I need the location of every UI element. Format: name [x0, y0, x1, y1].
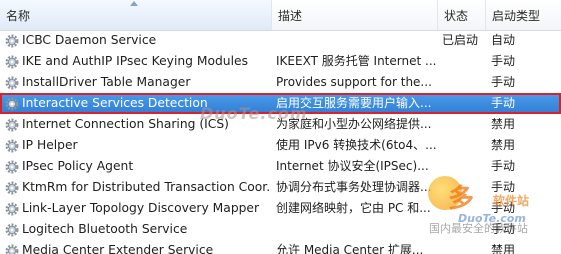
logo-sub-text: 软件站 [493, 194, 530, 208]
service-name: InstallDriver Table Manager [22, 75, 191, 89]
service-startup-type: 自动 [491, 33, 516, 47]
service-description [276, 219, 436, 240]
service-gear-icon [5, 76, 19, 90]
service-description: Internet 协议安全(IPSec)... [276, 159, 429, 173]
list-header: 名称 描述 状态 启动类型 [0, 0, 561, 31]
service-status [442, 135, 484, 156]
service-gear-icon [5, 55, 19, 69]
service-name: ICBC Daemon Service [22, 33, 157, 47]
column-header-status-label: 状态 [444, 8, 469, 23]
sort-ascending-icon [130, 1, 138, 6]
service-gear-icon [5, 244, 19, 254]
logo-tagline-text: 国内最安全的软件站 [429, 222, 528, 235]
column-header-name[interactable]: 名称 [0, 0, 272, 30]
service-startup-type: 禁用 [491, 138, 516, 152]
service-startup-type: 手动 [491, 54, 516, 68]
service-name: KtmRm for Distributed Transaction Coor..… [22, 180, 270, 194]
service-description: 使用 IPv6 转换技术(6to4、... [276, 138, 436, 152]
service-row[interactable]: IKE and AuthIP IPsec Keying Modules IKEEX… [0, 51, 561, 72]
service-description: IKEEXT 服务托管 Internet ... [276, 54, 436, 68]
service-gear-icon [5, 34, 19, 48]
service-name: IP Helper [22, 138, 78, 152]
service-gear-icon [5, 139, 19, 153]
logo-main-text: 多 [448, 184, 475, 214]
service-gear-icon [5, 118, 19, 132]
service-status [442, 114, 484, 135]
services-window: 名称 描述 状态 启动类型 ICBC Daemon Service 已启动 自动 IK… [0, 0, 561, 254]
service-name: IPsec Policy Agent [22, 159, 134, 173]
service-gear-icon [5, 160, 19, 174]
service-name: Link-Layer Topology Discovery Mapper [22, 201, 260, 215]
column-header-startup-type-label: 启动类型 [492, 8, 541, 23]
service-description: 协调分布式事务处理协调器... [276, 180, 432, 194]
column-header-description[interactable]: 描述 [272, 0, 438, 30]
column-header-status[interactable]: 状态 [438, 0, 486, 30]
service-description: 允许 Media Center 扩展... [276, 243, 424, 254]
column-header-description-label: 描述 [278, 8, 303, 23]
service-description [276, 30, 436, 51]
service-startup-type: 禁用 [491, 117, 516, 131]
service-description: 创建网络映射，它由 PC 和... [276, 201, 431, 215]
service-status: 已启动 [442, 33, 479, 47]
service-row[interactable]: InstallDriver Table Manager Provides supp… [0, 72, 561, 93]
service-name: IKE and AuthIP IPsec Keying Modules [22, 54, 248, 68]
site-logo-watermark: 多 软件站 DuoTe.com 国内最安全的软件站 [428, 172, 561, 254]
service-startup-type: 手动 [491, 96, 516, 110]
service-description: Provides support for the... [276, 75, 432, 89]
service-row[interactable]: IP Helper 使用 IPv6 转换技术(6to4、... 禁用 [0, 135, 561, 156]
service-startup-type: 手动 [491, 75, 516, 89]
service-gear-icon [5, 223, 19, 237]
service-status [442, 93, 484, 114]
service-gear-icon [5, 202, 19, 216]
column-header-name-label: 名称 [6, 8, 31, 23]
service-row[interactable]: ICBC Daemon Service 已启动 自动 [0, 30, 561, 51]
service-gear-icon [5, 181, 19, 195]
service-gear-icon [5, 97, 19, 111]
service-name: Media Center Extender Service [22, 243, 214, 254]
service-status [442, 51, 484, 72]
column-header-startup-type[interactable]: 启动类型 [486, 0, 561, 30]
service-name: Logitech Bluetooth Service [22, 222, 188, 236]
service-status [442, 72, 484, 93]
watermark-text: DuoTe.com [200, 104, 308, 123]
